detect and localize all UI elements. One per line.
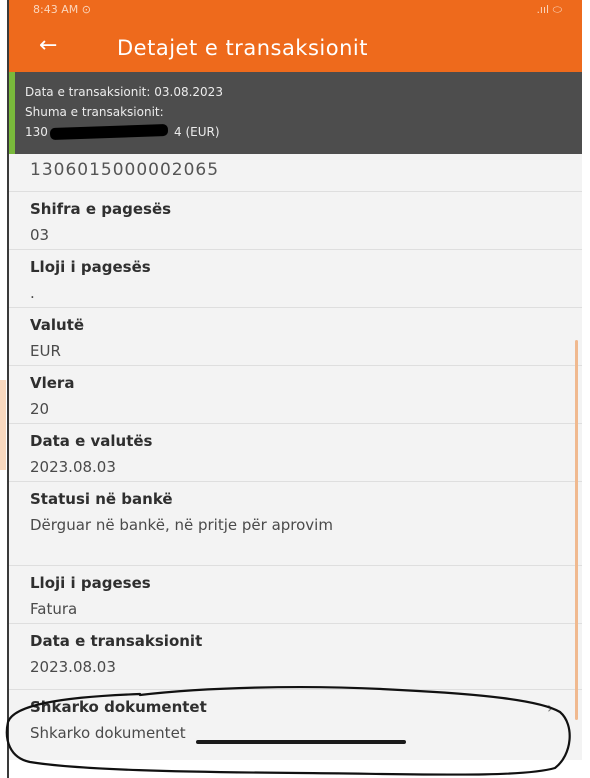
- detail-row-payment-code: Shifra e pagesës 03: [9, 192, 582, 250]
- detail-value: .: [30, 284, 35, 302]
- summary-amount-tail: 4 (EUR): [174, 125, 220, 139]
- chevron-right-icon: ›: [547, 698, 554, 717]
- status-time: 8:43 AM ⊙: [33, 3, 91, 16]
- app-bar: 8:43 AM ⊙ .ııl ⬭ ← Detajet e transaksion…: [9, 0, 582, 72]
- scrollbar[interactable]: [575, 340, 578, 720]
- status-icons: .ııl ⬭: [536, 3, 562, 16]
- detail-label: Lloji i pageses: [30, 574, 151, 592]
- detail-label: Data e transaksionit: [30, 632, 203, 650]
- phone-screen: 8:43 AM ⊙ .ııl ⬭ ← Detajet e transaksion…: [9, 0, 582, 760]
- summary-amount: 130 4 (EUR): [25, 123, 220, 141]
- detail-label: Vlera: [30, 374, 75, 392]
- detail-value: 2023.08.03: [30, 658, 116, 676]
- transaction-summary: Data e transaksionit: 03.08.2023 Shuma e…: [9, 72, 582, 154]
- status-bar: 8:43 AM ⊙ .ııl ⬭: [9, 0, 582, 18]
- detail-row-value-date: Data e valutës 2023.08.03: [9, 424, 582, 482]
- detail-value: EUR: [30, 342, 61, 360]
- detail-row-payment-type: Lloji i pagesës .: [9, 250, 582, 308]
- summary-amount-head: 130: [25, 125, 48, 139]
- detail-row-bank-status: Statusi në bankë Dërguar në bankë, në pr…: [9, 482, 582, 566]
- detail-row-transaction-date: Data e transaksionit 2023.08.03: [9, 624, 582, 690]
- detail-value: 20: [30, 400, 50, 418]
- side-glow: [0, 380, 6, 470]
- detail-label: Valutë: [30, 316, 85, 334]
- home-indicator[interactable]: [196, 740, 406, 744]
- detail-value: 2023.08.03: [30, 458, 116, 476]
- detail-row-payment-kind: Lloji i pageses Fatura: [9, 566, 582, 624]
- account-number-row: 1306015000002065: [9, 154, 582, 192]
- download-documents-label: Shkarko dokumentet: [30, 698, 207, 716]
- detail-row-amount: Vlera 20: [9, 366, 582, 424]
- detail-label: Shifra e pagesës: [30, 200, 172, 218]
- detail-value: 03: [30, 226, 50, 244]
- download-documents-row[interactable]: Shkarko dokumentet Shkarko dokumentet ›: [9, 690, 582, 760]
- account-number-value: 1306015000002065: [30, 160, 220, 180]
- back-arrow-icon[interactable]: ←: [39, 32, 57, 60]
- summary-amount-label: Shuma e transaksionit:: [25, 105, 164, 119]
- detail-label: Lloji i pagesës: [30, 258, 151, 276]
- detail-label: Data e valutës: [30, 432, 153, 450]
- detail-label: Statusi në bankë: [30, 490, 173, 508]
- detail-value: Fatura: [30, 600, 78, 618]
- detail-row-currency: Valutë EUR: [9, 308, 582, 366]
- detail-value: Dërguar në bankë, në pritje për aprovim: [30, 516, 333, 534]
- summary-date: Data e transaksionit: 03.08.2023: [25, 85, 223, 99]
- redaction-mark: [49, 123, 169, 141]
- page-title: Detajet e transaksionit: [117, 36, 368, 60]
- summary-accent: [9, 72, 15, 154]
